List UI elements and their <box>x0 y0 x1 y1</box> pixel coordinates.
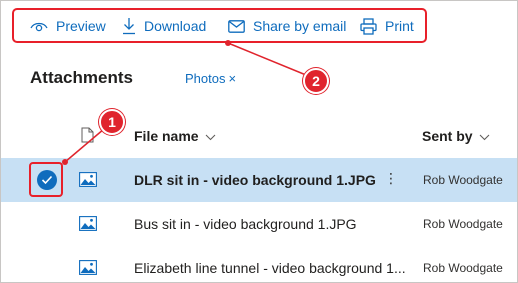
sent-by-cell: Rob Woodgate <box>423 173 503 187</box>
sent-by-header-label: Sent by <box>422 128 473 144</box>
attachment-row[interactable]: DLR sit in - video background 1.JPG ⋮ Ro… <box>1 158 517 202</box>
file-name-header-label: File name <box>134 128 199 144</box>
callout-badge-2: 2 <box>303 68 329 94</box>
image-file-icon <box>79 172 97 192</box>
more-options-icon[interactable]: ⋮ <box>384 171 398 185</box>
sent-by-column-header[interactable]: Sent by <box>422 128 490 144</box>
image-file-icon <box>79 260 97 280</box>
toolbar-highlight-box <box>12 8 427 43</box>
image-file-icon <box>79 216 97 236</box>
attachment-row[interactable]: Elizabeth line tunnel - video background… <box>1 246 517 282</box>
photos-filter-chip[interactable]: Photos × <box>185 71 236 86</box>
callout-badge-1: 1 <box>99 109 125 135</box>
file-name-cell: Bus sit in - video background 1.JPG <box>134 216 357 232</box>
attachment-row[interactable]: Bus sit in - video background 1.JPG Rob … <box>1 202 517 246</box>
file-name-cell: DLR sit in - video background 1.JPG <box>134 172 376 188</box>
chevron-down-icon <box>205 128 216 144</box>
checkbox-highlight-box <box>29 162 63 197</box>
attachments-pane: Preview Download Share by email Print At… <box>0 0 518 283</box>
chevron-down-icon <box>479 128 490 144</box>
file-type-icon <box>81 127 94 148</box>
sent-by-cell: Rob Woodgate <box>423 217 503 231</box>
file-name-column-header[interactable]: File name <box>134 128 216 144</box>
column-header-row: File name Sent by <box>1 119 517 155</box>
file-name-cell: Elizabeth line tunnel - video background… <box>134 260 406 276</box>
clear-filter-icon[interactable]: × <box>228 71 236 86</box>
photos-filter-label: Photos <box>185 71 226 86</box>
attachments-title: Attachments <box>30 68 133 87</box>
sent-by-cell: Rob Woodgate <box>423 261 503 275</box>
